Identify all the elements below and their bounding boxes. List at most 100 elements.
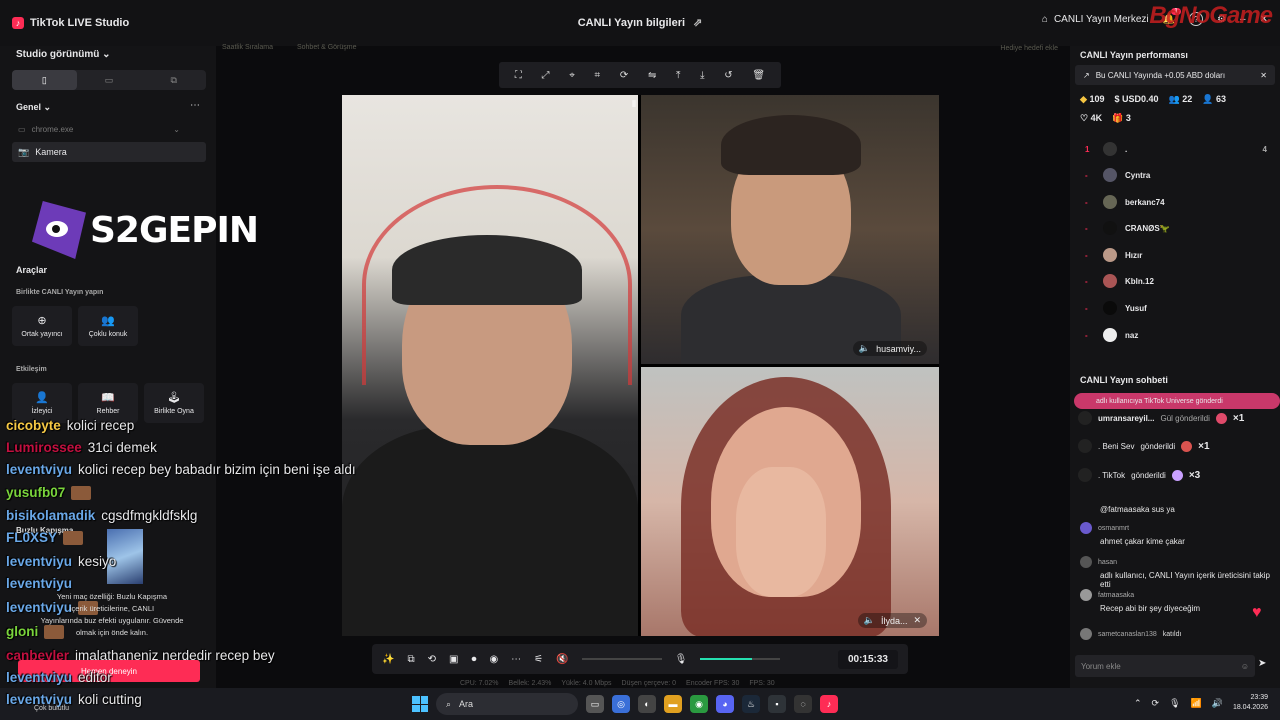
chat-text: kolici recep [66,418,135,433]
studio-view-header[interactable]: Studio görünümü ⌄ [16,49,111,60]
mute-speaker-icon[interactable]: 🔇 [556,654,568,665]
rank-row[interactable]: - CRANØS🦖 [1085,220,1267,236]
speaker-icon[interactable]: 🔈 [864,615,875,626]
send-icon[interactable]: ➤ [1258,658,1266,669]
clock[interactable]: 23:39 18.04.2026 [1233,693,1268,713]
taskbar-search[interactable]: ⌕ Ara [436,693,578,715]
rank-row[interactable]: 1.4 [1085,141,1267,157]
tiktok-taskbar-icon[interactable]: ♪ [820,695,838,713]
guest-video-tile-1[interactable]: 🔈 husamviy... [641,95,939,364]
source-chrome[interactable]: ▭ chrome.exe ⌄ [12,120,206,138]
more-icon[interactable]: ⋯ [511,654,521,665]
flip-icon[interactable]: ⇋ [648,70,656,81]
scene-group-header[interactable]: Genel ⌄ [16,102,51,113]
search-label: Ara [459,699,474,709]
viewer-button[interactable]: 👤 İzleyici [12,383,72,423]
app-icon-1[interactable]: ◎ [612,695,630,713]
app-icon-3[interactable]: ▪ [768,695,786,713]
avatar [1103,248,1117,262]
wifi-icon[interactable]: 📶 [1191,698,1202,709]
portrait-view-button[interactable]: ▯ [12,70,77,90]
windows-start-icon[interactable] [412,696,428,712]
effects-icon[interactable]: ✨ [382,654,394,665]
speaker-volume-slider[interactable] [581,658,662,660]
rank-row[interactable]: - Kbln.12 [1085,273,1267,289]
app-icon-2[interactable]: ◐ [638,695,656,713]
gift-row: . Beni Sev gönderildi ×1 [1078,437,1268,455]
center-icon[interactable]: ⌖ [569,70,575,81]
mic-icon[interactable]: 🎙 [1169,698,1180,709]
trash-icon[interactable]: 🗑 [752,70,765,81]
live-icon[interactable]: ◉ [489,654,498,665]
chat-text: kesiyo [78,554,117,569]
source-camera[interactable]: 📷 Kamera [12,142,206,162]
gift-action: gönderildi [1131,470,1166,480]
microphone-icon[interactable]: 🎙 [675,654,688,665]
split-handle-icon[interactable]: ⦀ [632,99,636,110]
volume-icon[interactable]: 🔊 [1212,698,1223,709]
gift-goal-link[interactable]: Hediye hedefi ekle [1000,45,1058,52]
stream-canvas[interactable]: ⦀ 🔈 husamviy... 🔈 İlyda... ✕ [342,95,939,636]
rank-row[interactable]: - berkanc74 [1085,194,1267,210]
co-host-button[interactable]: ⊕ Ortak yayıncı [12,306,72,346]
sync-icon[interactable]: ⟳ [1152,698,1160,709]
rank-row[interactable]: - Yusuf [1085,300,1267,316]
emoji-icon[interactable]: ☺ [1241,662,1249,671]
rotate-icon[interactable]: ⟳ [620,70,628,81]
camera-switch-icon[interactable]: ⟲ [428,654,436,665]
joystick-icon: 🕹 [167,392,181,404]
rank-value: 4 [1262,144,1267,154]
layer-down-icon[interactable]: ⤓ [700,70,704,81]
multi-guest-button[interactable]: 👥 Çoklu konuk [78,306,138,346]
layout-icon[interactable]: ⧉ [407,654,414,665]
comment-input[interactable]: Yorum ekle ☺ [1075,655,1255,677]
gifts-metric: 🎁 3 [1112,113,1131,124]
tiktok-gift-icon [1171,469,1183,481]
gift-multiplier: ×3 [1188,469,1201,481]
steam-icon[interactable]: ♨ [742,695,760,713]
speaker-icon[interactable]: 🔈 [859,343,870,354]
avatar [1103,168,1117,182]
chrome-icon[interactable]: ◉ [690,695,708,713]
layer-up-icon[interactable]: ⤒ [676,70,680,81]
task-view-icon[interactable]: ▭ [586,695,604,713]
user-plus-icon: 👤 [1202,94,1214,104]
screen-icon[interactable]: ▣ [449,654,458,665]
fullscreen-icon[interactable]: ⛶ [515,70,522,81]
expand-icon[interactable]: ⤢ [542,70,550,81]
chat-tab[interactable]: Sohbet & Görüşme [297,44,357,51]
file-explorer-icon[interactable]: ▬ [664,695,682,713]
app-icon-4[interactable]: ◌ [794,695,812,713]
crop-icon[interactable]: ⌗ [595,70,601,81]
rank-row[interactable]: - Cyntra [1085,167,1267,183]
right-panel: CANLI Yayın performansı ↗ Bu CANLI Yayınd… [1070,46,1280,688]
landscape-view-button[interactable]: ▭ [77,70,142,90]
close-icon[interactable]: ✕ [1260,71,1267,80]
metrics-row-2: ♡ 4K 🎁 3 [1080,113,1131,124]
multi-view-button[interactable]: ⧉ [141,70,206,90]
guide-button[interactable]: 📖 Rehber [78,383,138,423]
cpu-stat: CPU: 7.02% [460,680,499,687]
adjust-icon[interactable]: ⚟ [534,654,543,665]
overlay-chat-line: FL0XSY [6,530,84,546]
undo-icon[interactable]: ↺ [724,70,732,81]
avatar [1078,411,1092,425]
chevron-up-icon[interactable]: ⌃ [1134,698,1142,709]
avatar [1103,221,1117,235]
host-video-tile[interactable] [342,95,638,636]
dropped-frames-stat: Düşen çerçeve: 0 [621,680,677,687]
share-icon[interactable]: ⇗ [693,17,702,29]
record-icon[interactable]: ⏺ [471,654,476,665]
hourly-ranking-tab[interactable]: Saatlik Sıralama [222,44,273,51]
rank-row[interactable]: - naz [1085,327,1267,343]
tool-label: İzleyici [31,408,53,415]
chat-text: @fatmaasaka sus ya [1100,505,1175,514]
rank-row[interactable]: - Hızır [1085,247,1267,263]
mic-volume-slider[interactable] [700,658,781,660]
close-icon[interactable]: ✕ [913,615,921,626]
guest-video-tile-2[interactable]: 🔈 İlyda... ✕ [641,367,939,636]
live-hub-button[interactable]: ⌂ CANLI Yayın Merkezi [1042,14,1149,25]
play-together-button[interactable]: 🕹 Birlikte Oyna [144,383,204,423]
more-icon[interactable]: ⋯ [190,100,200,111]
discord-icon[interactable]: ◕ [716,695,734,713]
